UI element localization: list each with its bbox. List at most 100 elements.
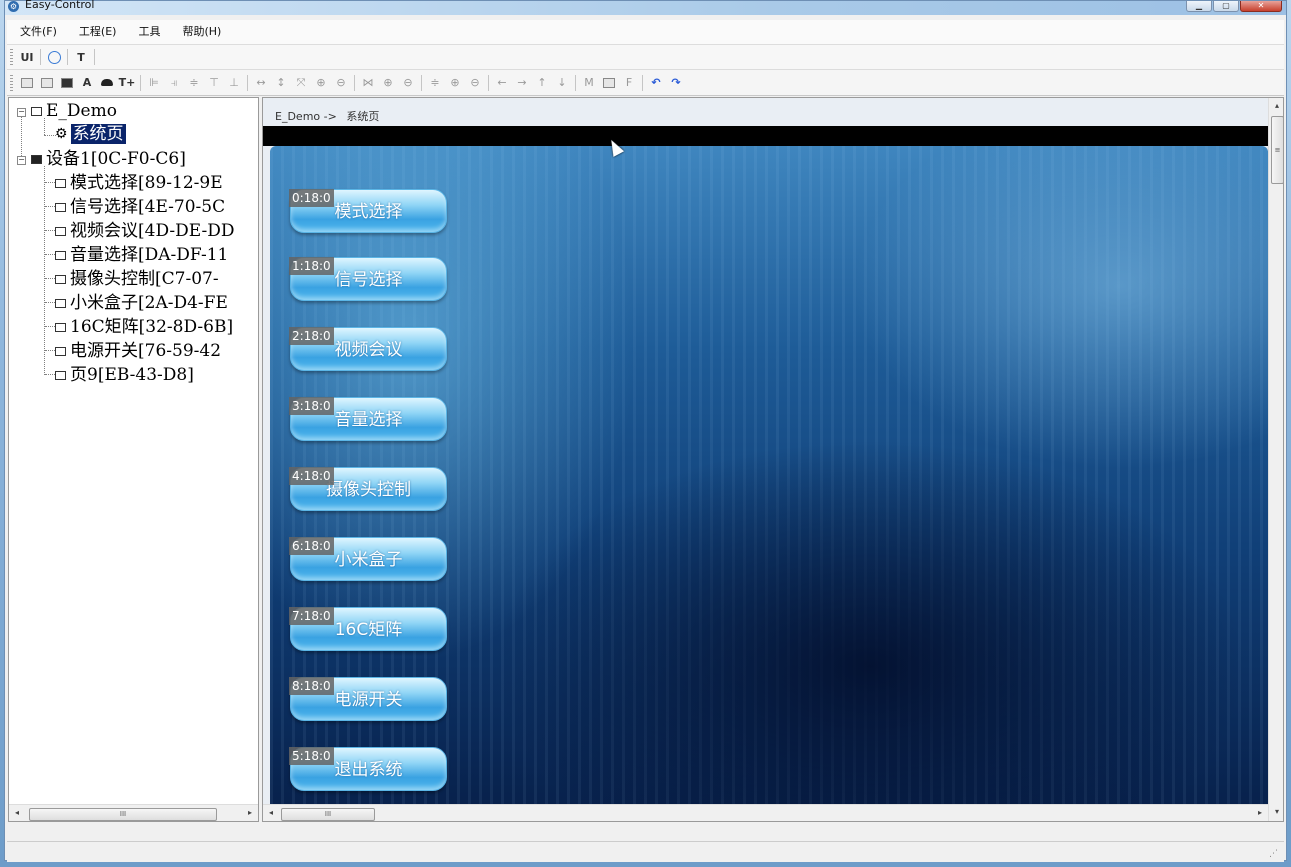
scroll-right-arrow[interactable]: ▸ xyxy=(1252,805,1268,821)
label-tool-button[interactable]: A xyxy=(77,74,97,92)
menu-help[interactable]: 帮助(H) xyxy=(169,20,230,44)
menu-file[interactable]: 文件(F) xyxy=(7,20,66,44)
zoom-in-button[interactable]: ⊕ xyxy=(311,74,331,92)
close-button[interactable]: ✕ xyxy=(1240,1,1282,12)
maximize-button[interactable]: ▢ xyxy=(1213,1,1239,12)
scroll-up-arrow[interactable]: ▴ xyxy=(1269,98,1283,114)
tree-page[interactable]: 摄像头控制[C7-07- xyxy=(45,268,219,291)
f-button[interactable]: F xyxy=(619,74,639,92)
tree-project[interactable]: E_Demo xyxy=(31,100,117,123)
resize-grip-icon[interactable]: ⋰ xyxy=(1269,849,1278,859)
toolbar-grip[interactable] xyxy=(10,49,13,65)
ui-button[interactable]: UI xyxy=(17,48,37,66)
matrix-16c-button[interactable]: 16C矩阵 7:18:0 xyxy=(289,607,447,651)
image-icon xyxy=(21,77,33,88)
text-tool-button[interactable]: T xyxy=(71,48,91,66)
move-up-button[interactable]: ↑ xyxy=(532,74,552,92)
v-space-button[interactable]: ≑ xyxy=(425,74,445,92)
move-down-button[interactable]: ↓ xyxy=(552,74,572,92)
tree-connector xyxy=(45,206,55,207)
page-icon xyxy=(55,371,66,380)
title-bar[interactable]: ⚙ Easy-Control ▁ ▢ ✕ xyxy=(5,0,1286,15)
tree-page[interactable]: 信号选择[4E-70-5C xyxy=(45,196,225,219)
redo-button[interactable]: ↷ xyxy=(666,74,686,92)
collapse-project-toggle[interactable]: − xyxy=(17,108,26,117)
scroll-thumb[interactable]: III xyxy=(281,808,375,821)
menu-tools[interactable]: 工具 xyxy=(125,20,169,44)
toolbar-separator xyxy=(94,49,95,65)
tree-page[interactable]: 模式选择[89-12-9E xyxy=(45,172,223,195)
toolbar-separator xyxy=(140,74,141,91)
undo-button[interactable]: ↶ xyxy=(646,74,666,92)
scroll-thumb[interactable]: ≡ xyxy=(1271,116,1283,184)
mode-select-button[interactable]: 模式选择 0:18:0 xyxy=(289,189,447,233)
project-tree: − E_Demo ⚙ 系统页 − 设备1[0C-F0-C6] 模式选择[89-12… xyxy=(8,97,259,822)
page-label: 小米盒子[2A-D4-FE xyxy=(70,293,228,313)
same-height-button[interactable]: ↕ xyxy=(271,74,291,92)
scroll-left-arrow[interactable]: ◂ xyxy=(263,805,279,821)
align-center-icon: ≑ xyxy=(189,76,199,89)
picture-icon xyxy=(603,77,615,88)
undo-icon: ↶ xyxy=(651,76,661,89)
align-left-button[interactable]: ⊫ xyxy=(144,74,164,92)
same-size-button[interactable]: ⤧ xyxy=(291,74,311,92)
design-horizontal-scrollbar[interactable]: ◂ III ▸ xyxy=(263,804,1268,821)
h-space-inc-button[interactable]: ⊕ xyxy=(378,74,398,92)
move-left-button[interactable]: ← xyxy=(492,74,512,92)
zoom-out-icon: ⊖ xyxy=(336,76,346,89)
menu-project[interactable]: 工程(E) xyxy=(66,20,126,44)
collapse-device-toggle[interactable]: − xyxy=(17,156,26,165)
text-plus-button[interactable]: T+ xyxy=(117,74,137,92)
zoom-out-button[interactable]: ⊖ xyxy=(331,74,351,92)
h-space-dec-button[interactable]: ⊖ xyxy=(398,74,418,92)
align-top-button[interactable]: ⊤ xyxy=(204,74,224,92)
power-switch-button[interactable]: 电源开关 8:18:0 xyxy=(289,677,447,721)
video-conference-button[interactable]: 视频会议 2:18:0 xyxy=(289,327,447,371)
tree-page[interactable]: 电源开关[76-59-42 xyxy=(45,340,221,363)
link-button[interactable] xyxy=(44,48,64,66)
scroll-thumb[interactable]: III xyxy=(29,808,217,821)
tree-page[interactable]: 16C矩阵[32-8D-6B] xyxy=(45,316,233,339)
page-canvas[interactable]: 模式选择 0:18:0 信号选择 1:18:0 视频会议 2:18:0 音量选择… xyxy=(270,146,1268,821)
signal-select-button[interactable]: 信号选择 1:18:0 xyxy=(289,257,447,301)
record-button[interactable] xyxy=(57,74,77,92)
page-label: 16C矩阵[32-8D-6B] xyxy=(70,317,234,337)
zoom-in-icon: ⊕ xyxy=(450,76,460,89)
page-icon xyxy=(55,227,66,236)
v-space-inc-button[interactable]: ⊕ xyxy=(445,74,465,92)
m-button[interactable]: M xyxy=(579,74,599,92)
tree-page[interactable]: 小米盒子[2A-D4-FE xyxy=(45,292,228,315)
window-controls: ▁ ▢ ✕ xyxy=(1186,1,1282,13)
tree-page[interactable]: 视频会议[4D-DE-DD xyxy=(45,220,235,243)
tree-device[interactable]: 设备1[0C-F0-C6] xyxy=(31,148,186,171)
same-width-button[interactable]: ↔ xyxy=(251,74,271,92)
align-center-button[interactable]: ≑ xyxy=(184,74,204,92)
design-vertical-scrollbar[interactable]: ▴ ≡ ▾ xyxy=(1268,98,1283,821)
tree-system-page[interactable]: ⚙ 系统页 xyxy=(55,123,126,146)
breadcrumb-project[interactable]: E_Demo xyxy=(275,110,320,123)
align-right-button[interactable]: ⫣ xyxy=(164,74,184,92)
list-button[interactable] xyxy=(37,74,57,92)
align-bottom-button[interactable]: ⊥ xyxy=(224,74,244,92)
shape-button[interactable] xyxy=(97,74,117,92)
toolbar-grip[interactable] xyxy=(10,74,13,91)
move-right-button[interactable]: → xyxy=(512,74,532,92)
scroll-down-arrow[interactable]: ▾ xyxy=(1269,804,1283,820)
volume-select-button[interactable]: 音量选择 3:18:0 xyxy=(289,397,447,441)
v-space-dec-button[interactable]: ⊖ xyxy=(465,74,485,92)
h-space-button[interactable]: ⋈ xyxy=(358,74,378,92)
mi-box-button[interactable]: 小米盒子 6:18:0 xyxy=(289,537,447,581)
image-button[interactable] xyxy=(17,74,37,92)
tree-page[interactable]: 音量选择[DA-DF-11 xyxy=(45,244,228,267)
camera-control-button[interactable]: 摄像头控制 4:18:0 xyxy=(289,467,447,511)
link-circle-icon xyxy=(47,50,61,64)
tree-horizontal-scrollbar[interactable]: ◂ III ▸ xyxy=(9,804,258,821)
page-label: 音量选择[DA-DF-11 xyxy=(70,245,229,265)
record-icon xyxy=(61,77,73,88)
exit-system-button[interactable]: 退出系统 5:18:0 xyxy=(289,747,447,791)
tree-page[interactable]: 页9[EB-43-D8] xyxy=(45,364,194,387)
scroll-right-arrow[interactable]: ▸ xyxy=(242,805,258,821)
scroll-left-arrow[interactable]: ◂ xyxy=(9,805,25,821)
minimize-button[interactable]: ▁ xyxy=(1186,1,1212,12)
picture-button[interactable] xyxy=(599,74,619,92)
